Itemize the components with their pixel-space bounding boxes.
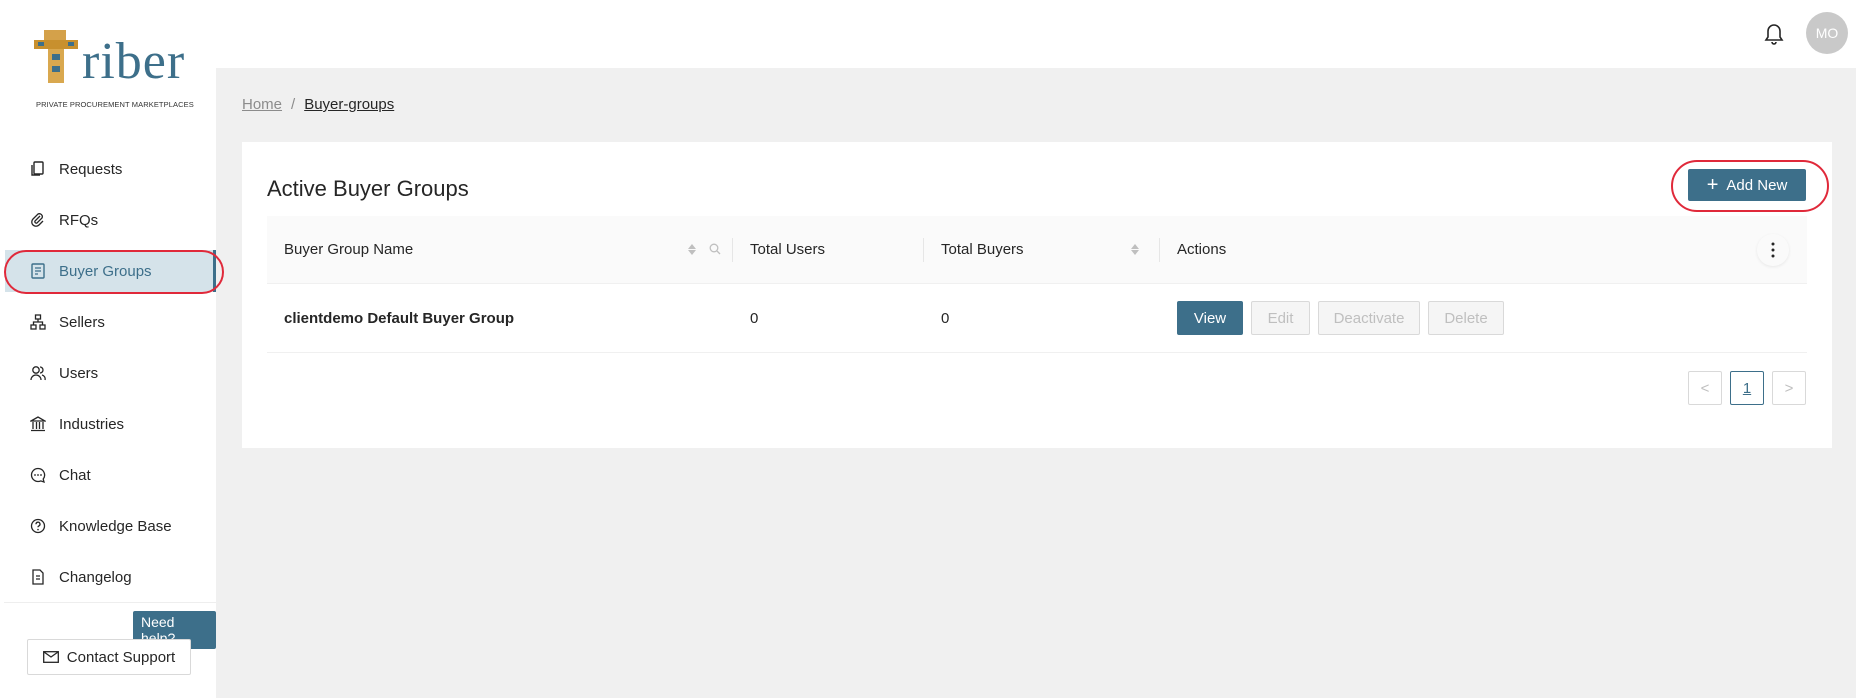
sidebar-item-industries[interactable]: Industries [5, 403, 216, 445]
pagination: < 1 > [1688, 371, 1806, 405]
breadcrumb-separator: / [291, 96, 296, 113]
column-header-name[interactable]: Buyer Group Name [267, 216, 733, 283]
sitemap-icon [29, 313, 47, 331]
breadcrumb-home-link[interactable]: Home [242, 96, 282, 113]
bell-icon[interactable] [1763, 22, 1785, 46]
actions-cell: View Edit Deactivate Delete [1160, 301, 1807, 335]
column-header-total-users: Total Users [733, 216, 924, 283]
total-buyers-cell: 0 [941, 309, 950, 327]
plus-icon: + [1706, 174, 1719, 196]
sidebar: riber PRIVATE PROCUREMENT MARKETPLACES R… [0, 0, 224, 698]
sidebar-item-rfqs[interactable]: RFQs [5, 199, 216, 241]
edit-button[interactable]: Edit [1251, 301, 1310, 335]
contact-support-label: Contact Support [66, 648, 176, 666]
deactivate-button[interactable]: Deactivate [1318, 301, 1420, 335]
paperclip-icon [29, 211, 47, 229]
sidebar-item-sellers[interactable]: Sellers [5, 301, 216, 343]
logo-wordmark: riber [82, 33, 186, 90]
column-label: Total Users [750, 241, 826, 258]
table-header: Buyer Group Name Total Users Total Buyer… [267, 216, 1807, 284]
add-new-button[interactable]: + Add New [1688, 169, 1806, 201]
sidebar-item-label: Buyer Groups [59, 262, 152, 280]
sidebar-nav: Requests RFQs Buyer Groups Sellers Users [5, 148, 216, 607]
buyer-groups-table: Buyer Group Name Total Users Total Buyer… [267, 216, 1807, 353]
sidebar-item-users[interactable]: Users [5, 352, 216, 394]
column-label: Actions [1177, 241, 1227, 258]
sidebar-item-label: RFQs [59, 211, 99, 229]
top-header: MO [216, 0, 1856, 68]
sidebar-item-label: Requests [59, 160, 123, 178]
mail-icon [42, 651, 59, 663]
copy-icon [29, 160, 47, 178]
table-row: clientdemo Default Buyer Group 0 0 View … [267, 284, 1807, 353]
question-circle-icon [29, 517, 47, 535]
column-label: Buyer Group Name [284, 241, 414, 258]
page-title: Active Buyer Groups [267, 176, 469, 201]
total-users-cell: 0 [750, 309, 759, 327]
pagination-page-1[interactable]: 1 [1730, 371, 1764, 405]
triber-logo[interactable]: riber PRIVATE PROCUREMENT MARKETPLACES [34, 28, 194, 112]
sidebar-item-label: Knowledge Base [59, 517, 172, 535]
breadcrumb: Home / Buyer-groups [242, 96, 394, 113]
bank-icon [29, 415, 47, 433]
column-header-actions: Actions [1160, 216, 1807, 283]
logo-totem-icon [34, 30, 78, 83]
sort-icon[interactable] [1131, 244, 1139, 255]
more-options-icon[interactable] [1757, 234, 1789, 266]
column-label: Total Buyers [941, 241, 1024, 258]
sidebar-item-label: Changelog [59, 568, 132, 586]
sidebar-item-buyer-groups[interactable]: Buyer Groups [5, 250, 216, 292]
view-button[interactable]: View [1177, 301, 1243, 335]
sidebar-item-chat[interactable]: Chat [5, 454, 216, 496]
help-area: Need help? Contact Support [4, 602, 216, 686]
sidebar-item-label: Chat [59, 466, 91, 484]
chat-bubble-icon [29, 466, 47, 484]
buyer-group-name-cell: clientdemo Default Buyer Group [284, 309, 515, 327]
add-new-label: Add New [1726, 176, 1788, 194]
column-header-total-buyers[interactable]: Total Buyers [924, 216, 1160, 283]
pagination-prev-button[interactable]: < [1688, 371, 1722, 405]
breadcrumb-current[interactable]: Buyer-groups [304, 96, 394, 113]
sidebar-item-label: Industries [59, 415, 125, 433]
sidebar-item-knowledge-base[interactable]: Knowledge Base [5, 505, 216, 547]
pagination-next-button[interactable]: > [1772, 371, 1806, 405]
sidebar-item-changelog[interactable]: Changelog [5, 556, 216, 598]
sort-icon[interactable] [688, 244, 696, 255]
contact-support-button[interactable]: Contact Support [27, 639, 191, 675]
buyer-groups-card: Active Buyer Groups + Add New Buyer Grou… [242, 142, 1832, 448]
sidebar-item-label: Sellers [59, 313, 105, 331]
users-icon [29, 364, 47, 382]
file-icon [29, 568, 47, 586]
delete-button[interactable]: Delete [1428, 301, 1504, 335]
list-document-icon [29, 262, 47, 280]
avatar[interactable]: MO [1806, 12, 1848, 54]
logo-tagline: PRIVATE PROCUREMENT MARKETPLACES [36, 100, 194, 109]
search-icon[interactable] [709, 242, 721, 259]
sidebar-item-requests[interactable]: Requests [5, 148, 216, 190]
sidebar-item-label: Users [59, 364, 99, 382]
